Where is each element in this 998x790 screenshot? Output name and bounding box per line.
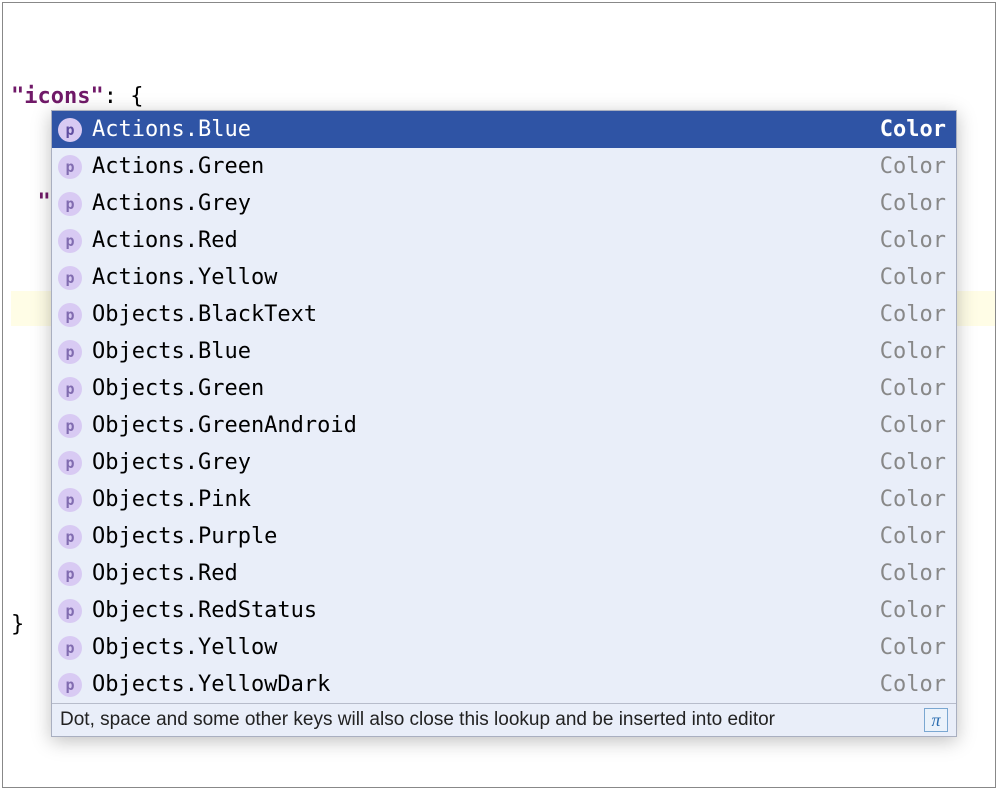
- completion-item[interactable]: p Objects.YellowColor: [52, 629, 956, 666]
- completion-hint-text: Dot, space and some other keys will also…: [60, 709, 918, 731]
- completion-type: Color: [880, 672, 946, 697]
- completion-type: Color: [880, 376, 946, 401]
- pi-button[interactable]: π: [924, 708, 948, 732]
- completion-popup: pActions.BlueColorpActions.GreenColorpAc…: [51, 110, 957, 737]
- completion-label: Objects.Red: [92, 561, 880, 586]
- completion-item[interactable]: p Objects.GreenAndroidColor: [52, 407, 956, 444]
- property-icon: p: [58, 599, 82, 623]
- completion-type: Color: [880, 524, 946, 549]
- completion-item[interactable]: p Objects.PinkColor: [52, 481, 956, 518]
- completion-item[interactable]: p Objects.GreenColor: [52, 370, 956, 407]
- property-icon: p: [58, 525, 82, 549]
- completion-label: Actions.Red: [92, 228, 880, 253]
- completion-item[interactable]: p Objects.RedColor: [52, 555, 956, 592]
- completion-item[interactable]: p Objects.RedStatusColor: [52, 592, 956, 629]
- property-icon: p: [58, 414, 82, 438]
- completion-type: Color: [880, 339, 946, 364]
- property-icon: p: [58, 673, 82, 697]
- property-icon: p: [58, 340, 82, 364]
- json-text: : {: [104, 84, 144, 109]
- completion-item[interactable]: p Objects.BlackTextColor: [52, 296, 956, 333]
- completion-item[interactable]: p Objects.YellowDarkColor: [52, 666, 956, 703]
- completion-label: Actions.Green: [92, 154, 880, 179]
- property-icon: p: [58, 377, 82, 401]
- property-icon: p: [58, 155, 82, 179]
- completion-label: Objects.Green: [92, 376, 880, 401]
- property-icon: p: [58, 229, 82, 253]
- completion-type: Color: [880, 413, 946, 438]
- completion-label: Objects.Purple: [92, 524, 880, 549]
- completion-label: Actions.Blue: [92, 117, 880, 142]
- completion-type: Color: [880, 598, 946, 623]
- editor-frame: "icons": { "ColorPalette": { "" } pActio…: [2, 2, 996, 788]
- completion-label: Objects.Grey: [92, 450, 880, 475]
- completion-label: Objects.BlackText: [92, 302, 880, 327]
- completion-type: Color: [880, 450, 946, 475]
- completion-type: Color: [880, 561, 946, 586]
- completion-type: Color: [880, 487, 946, 512]
- completion-type: Color: [880, 117, 946, 142]
- completion-label: Objects.Pink: [92, 487, 880, 512]
- completion-label: Objects.GreenAndroid: [92, 413, 880, 438]
- completion-item[interactable]: p Actions.GreyColor: [52, 185, 956, 222]
- completion-item[interactable]: p Actions.RedColor: [52, 222, 956, 259]
- completion-label: Actions.Yellow: [92, 265, 880, 290]
- property-icon: p: [58, 488, 82, 512]
- property-icon: p: [58, 451, 82, 475]
- completion-label: Actions.Grey: [92, 191, 880, 216]
- completion-type: Color: [880, 154, 946, 179]
- completion-label: Objects.Yellow: [92, 635, 880, 660]
- completion-list[interactable]: pActions.BlueColorpActions.GreenColorpAc…: [52, 111, 956, 703]
- property-icon: p: [58, 266, 82, 290]
- completion-item[interactable]: p Objects.BlueColor: [52, 333, 956, 370]
- property-icon: p: [58, 562, 82, 586]
- completion-type: Color: [880, 302, 946, 327]
- property-icon: p: [58, 192, 82, 216]
- completion-type: Color: [880, 228, 946, 253]
- completion-type: Color: [880, 265, 946, 290]
- property-icon: p: [58, 636, 82, 660]
- completion-hint-bar: Dot, space and some other keys will also…: [52, 703, 956, 736]
- completion-item[interactable]: p Objects.PurpleColor: [52, 518, 956, 555]
- completion-label: Objects.RedStatus: [92, 598, 880, 623]
- completion-item[interactable]: p Objects.GreyColor: [52, 444, 956, 481]
- completion-item[interactable]: p Actions.GreenColor: [52, 148, 956, 185]
- completion-label: Objects.Blue: [92, 339, 880, 364]
- completion-item[interactable]: p Actions.YellowColor: [52, 259, 956, 296]
- completion-label: Objects.YellowDark: [92, 672, 880, 697]
- property-icon: p: [58, 303, 82, 327]
- json-text: }: [11, 612, 24, 637]
- completion-type: Color: [880, 635, 946, 660]
- json-key: "icons": [11, 84, 104, 109]
- completion-type: Color: [880, 191, 946, 216]
- completion-item[interactable]: p Actions.BlueColor: [52, 111, 956, 148]
- property-icon: p: [58, 118, 82, 142]
